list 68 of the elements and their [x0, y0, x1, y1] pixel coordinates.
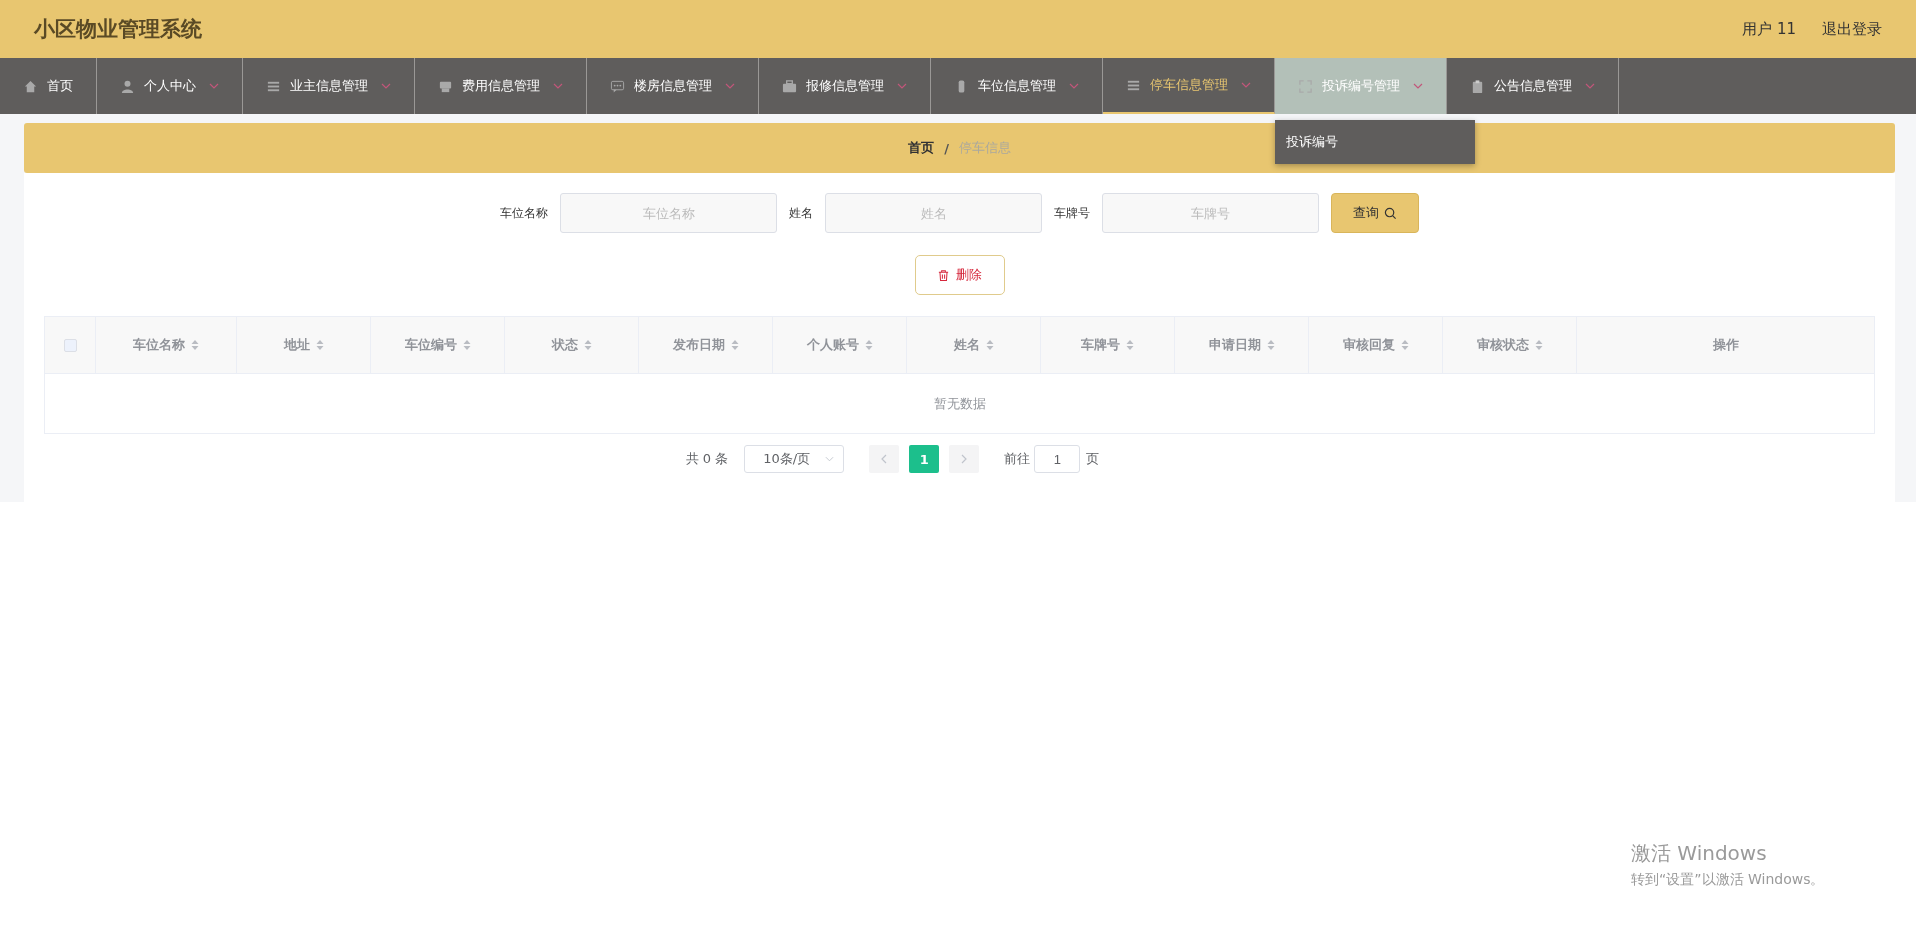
column-header[interactable]: 地址 [237, 317, 371, 373]
chevron-down-icon [1413, 83, 1423, 89]
search-field[interactable]: 姓名 [825, 193, 1042, 233]
chevron-down-icon [725, 83, 735, 89]
column-header[interactable]: 审核回复 [1309, 317, 1443, 373]
search-field[interactable]: 车牌号 [1102, 193, 1319, 233]
column-header[interactable]: 发布日期 [639, 317, 773, 373]
page-suffix: 页 [1086, 450, 1100, 468]
search-button[interactable]: 查询 [1331, 193, 1419, 233]
chevron-left-icon [881, 454, 888, 464]
page-number[interactable]: 1 [909, 445, 940, 473]
column-header[interactable]: 车牌号 [1041, 317, 1175, 373]
activation-message: 转到“设置”以激活 Windows。 [1631, 871, 1825, 889]
next-page-button[interactable] [949, 445, 980, 473]
column-header[interactable]: 操作 [1577, 317, 1874, 373]
briefcase-icon [782, 78, 797, 94]
chevron-down-icon [1069, 83, 1079, 89]
goto-label: 前往 [1004, 450, 1031, 468]
column-header[interactable]: 申请日期 [1175, 317, 1309, 373]
app-title: 小区物业管理系统 [34, 16, 202, 43]
sort-icon [1400, 339, 1409, 351]
chat-icon [610, 78, 625, 94]
chevron-down-icon [209, 83, 219, 89]
sort-icon [1266, 339, 1275, 351]
search-field[interactable]: 车位名称 [560, 193, 777, 233]
sort-icon [730, 339, 739, 351]
column-header[interactable]: 个人账号 [773, 317, 907, 373]
user-icon [120, 78, 135, 94]
user-name: 用户 11 [1742, 19, 1796, 39]
logout-link[interactable]: 退出登录 [1822, 19, 1882, 39]
select-all-checkbox[interactable] [63, 338, 77, 352]
trash-icon [937, 268, 950, 282]
chevron-down-icon [897, 83, 907, 89]
chevron-down-icon [381, 83, 391, 89]
column-header[interactable]: 车位名称 [96, 317, 237, 373]
page-jump-field[interactable]: 1 [1034, 445, 1081, 473]
field-label: 姓名 [789, 204, 813, 222]
sort-icon [583, 339, 592, 351]
previous-page-button[interactable] [869, 445, 900, 473]
delete-button[interactable]: 删除 [914, 255, 1005, 295]
sort-icon [985, 339, 994, 351]
activation-title: 激活 Windows [1631, 840, 1768, 867]
chevron-down-icon [1241, 82, 1251, 88]
total-count: 共 0 条 [685, 450, 729, 468]
chevron-right-icon [961, 454, 968, 464]
chevron-down-icon [553, 83, 563, 89]
empty-message: 暂无数据 [933, 394, 986, 413]
column-header[interactable]: 审核状态 [1443, 317, 1577, 373]
dropdown-menu-item[interactable]: 投诉编号 [1275, 120, 1475, 164]
field-label: 车位名称 [500, 204, 548, 222]
search-icon [1384, 206, 1397, 220]
sort-icon [864, 339, 873, 351]
breadcrumb-link[interactable]: 首页 [908, 139, 935, 157]
home-icon [23, 78, 38, 94]
chevron-down-icon [825, 456, 835, 462]
column-header[interactable]: 状态 [505, 317, 639, 373]
sort-icon [1534, 339, 1543, 351]
sort-icon [315, 339, 324, 351]
page-size-select[interactable]: 10条/页 [744, 445, 845, 473]
clipboard-icon [1470, 78, 1485, 94]
sort-icon [191, 339, 199, 351]
chevron-down-icon [1585, 83, 1595, 89]
column-header[interactable]: 姓名 [907, 317, 1041, 373]
sort-icon [462, 339, 471, 351]
sort-icon [1126, 339, 1134, 351]
field-label: 车牌号 [1054, 204, 1090, 222]
breadcrumb-separator: / [944, 140, 949, 156]
column-header[interactable]: 车位编号 [371, 317, 505, 373]
